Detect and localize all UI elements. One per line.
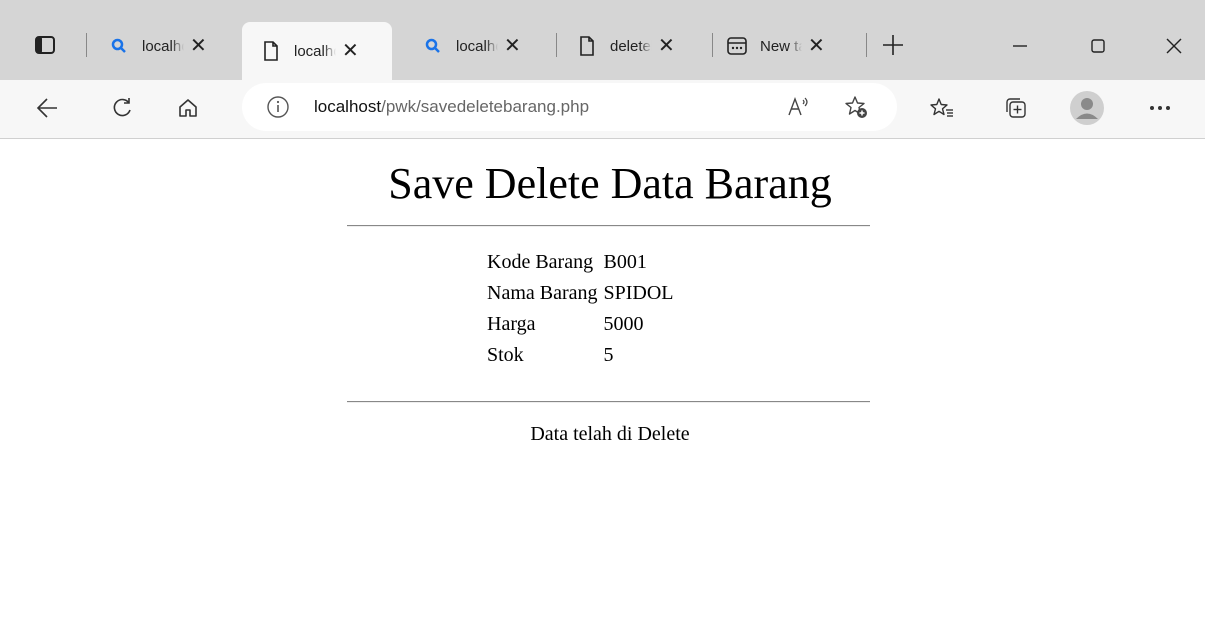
tab-separator	[556, 33, 557, 57]
tab-3[interactable]: deletebarang.php ✕	[576, 22, 675, 70]
close-tab-icon[interactable]: ✕	[342, 41, 359, 61]
divider-top	[347, 225, 870, 227]
tab-separator	[712, 33, 713, 57]
browser-toolbar: localhost/pwk/savedeletebarang.php	[0, 80, 1205, 139]
field-value: 5000	[603, 313, 644, 335]
page-icon	[260, 40, 282, 62]
field-value: B001	[603, 251, 647, 273]
maximize-button[interactable]	[1068, 22, 1128, 70]
collections-icon	[1006, 98, 1026, 118]
search-icon	[108, 35, 130, 57]
back-button[interactable]	[27, 88, 67, 128]
star-add-icon	[845, 96, 867, 118]
page-icon	[576, 35, 598, 57]
close-tab-icon[interactable]: ✕	[504, 36, 521, 56]
tab-4[interactable]: New tab ✕	[726, 22, 825, 70]
close-window-button[interactable]	[1144, 22, 1204, 70]
address-path: /pwk/savedeletebarang.php	[381, 97, 590, 116]
home-icon	[179, 99, 197, 117]
minimize-icon	[1013, 45, 1027, 47]
tab-0[interactable]: localhost/pwk/delete.php ✕	[108, 22, 207, 70]
page-title: Save Delete Data Barang	[388, 159, 832, 208]
favorites-icon	[930, 98, 953, 117]
table-row: Nama Barang SPIDOL	[485, 278, 678, 309]
read-aloud-button[interactable]	[778, 87, 818, 127]
divider-bottom	[347, 401, 870, 403]
field-value: 5	[603, 344, 614, 366]
favorites-button[interactable]	[922, 88, 962, 128]
table-row: Stok 5	[485, 340, 678, 371]
address-url[interactable]: localhost/pwk/savedeletebarang.php	[314, 97, 589, 117]
tab-label: localhost/pwk/search.php	[456, 37, 498, 55]
search-icon	[422, 35, 444, 57]
profile-button[interactable]	[1067, 88, 1107, 128]
read-aloud-icon	[788, 97, 808, 116]
field-value: SPIDOL	[603, 282, 674, 304]
tab-label: deletebarang.php	[610, 37, 652, 55]
refresh-button[interactable]	[102, 88, 142, 128]
tab-label: New tab	[760, 37, 802, 55]
tab-active[interactable]: localhost/pwk/savedeletebarang.php ✕	[242, 22, 392, 80]
item-details-table: Kode Barang B001 Nama Barang SPIDOL Harg…	[485, 247, 678, 371]
home-button[interactable]	[168, 88, 208, 128]
add-favorite-button[interactable]	[836, 87, 876, 127]
minimize-button[interactable]	[990, 22, 1050, 70]
newtab-icon	[726, 35, 748, 57]
close-tab-icon[interactable]: ✕	[808, 36, 825, 56]
address-host: localhost	[314, 97, 382, 116]
tab-separator	[866, 33, 867, 57]
field-label: Stok	[487, 344, 524, 366]
field-label: Kode Barang	[487, 251, 594, 273]
refresh-icon	[113, 98, 131, 117]
address-bar[interactable]: localhost/pwk/savedeletebarang.php	[242, 83, 897, 131]
page-content: Save Delete Data Barang Kode Barang B001…	[0, 139, 1205, 640]
back-arrow-icon	[36, 98, 57, 118]
tab-actions-button[interactable]	[27, 27, 63, 63]
close-tab-icon[interactable]: ✕	[658, 36, 675, 56]
close-tab-icon[interactable]: ✕	[190, 36, 207, 56]
table-row: Harga 5000	[485, 309, 678, 340]
tab-label: localhost/pwk/savedeletebarang.php	[294, 42, 336, 60]
tab-label: localhost/pwk/delete.php	[142, 37, 184, 55]
field-label: Harga	[487, 313, 536, 335]
info-icon[interactable]	[266, 95, 290, 119]
tab-actions-icon	[35, 36, 55, 54]
status-message: Data telah di Delete	[530, 423, 690, 445]
plus-icon	[883, 35, 903, 55]
collections-button[interactable]	[996, 88, 1036, 128]
avatar	[1070, 91, 1104, 125]
tab-bar: localhost/pwk/delete.php ✕ localhost/pwk…	[0, 0, 1205, 80]
tab-separator	[86, 33, 87, 57]
more-icon	[1150, 106, 1170, 110]
close-icon	[1166, 38, 1182, 54]
table-row: Kode Barang B001	[485, 247, 678, 278]
field-label: Nama Barang	[487, 282, 598, 304]
more-button[interactable]	[1140, 88, 1180, 128]
new-tab-button[interactable]	[873, 25, 913, 65]
maximize-icon	[1091, 39, 1105, 53]
tab-2[interactable]: localhost/pwk/search.php ✕	[422, 22, 521, 70]
